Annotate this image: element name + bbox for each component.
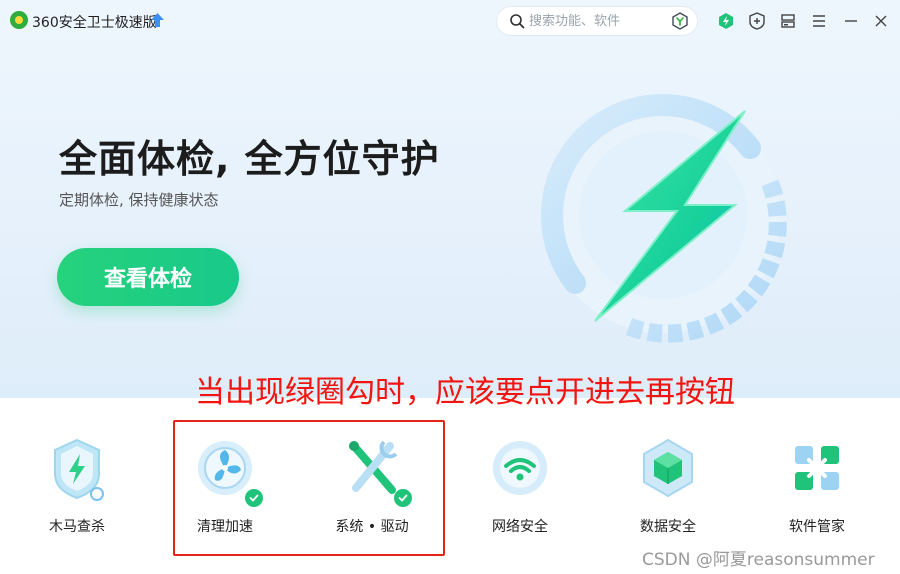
- shield-plus-icon[interactable]: [747, 11, 767, 31]
- lightning-ring-icon: [541, 94, 787, 343]
- green-shield-icon[interactable]: [716, 11, 736, 31]
- minimize-icon[interactable]: [841, 11, 861, 31]
- tool-system-driver[interactable]: 系统 • 驱动: [312, 436, 432, 546]
- hero-title: 全面体检, 全方位守护: [59, 137, 440, 181]
- title-bar: 360安全卫士极速版: [0, 0, 900, 42]
- tool-label: 网络安全: [492, 519, 548, 535]
- view-checkup-button[interactable]: 查看体检: [57, 248, 239, 306]
- tool-label: 软件管家: [789, 519, 845, 535]
- watermark: CSDN @阿夏reasonsummer: [642, 550, 875, 570]
- app-title: 360安全卫士极速版: [32, 15, 157, 31]
- skin-icon[interactable]: [778, 11, 798, 31]
- tool-software-manager[interactable]: 软件管家: [757, 436, 877, 546]
- search-input[interactable]: [529, 11, 659, 31]
- tool-trojan-scan[interactable]: 木马查杀: [17, 436, 137, 546]
- upgrade-arrow-icon[interactable]: [151, 13, 164, 27]
- close-icon[interactable]: [871, 11, 891, 31]
- 360-logo-icon: [10, 11, 28, 29]
- hero-subtitle: 定期体检, 保持健康状态: [59, 191, 219, 209]
- tool-label: 木马查杀: [49, 519, 105, 535]
- tool-cleanup[interactable]: 清理加速: [165, 436, 285, 546]
- tool-data-security[interactable]: 数据安全: [608, 436, 728, 546]
- y-shield-icon[interactable]: [671, 12, 689, 30]
- annotation-text: 当出现绿圈勾时，应该要点开进去再按钮: [195, 375, 735, 410]
- wifi-security-icon: [493, 441, 547, 495]
- search-icon: [510, 14, 525, 29]
- trojan-scan-icon: [54, 438, 104, 501]
- menu-icon[interactable]: [809, 11, 829, 31]
- system-tools-icon: [349, 440, 398, 494]
- tool-network-security[interactable]: 网络安全: [460, 436, 580, 546]
- check-badge-icon: [394, 489, 412, 507]
- check-badge-icon: [245, 489, 263, 507]
- search-bar[interactable]: [497, 7, 697, 35]
- data-cube-icon: [643, 438, 693, 498]
- software-manager-icon: [795, 446, 839, 490]
- tool-label: 系统 • 驱动: [335, 519, 409, 535]
- tool-label: 清理加速: [197, 519, 253, 535]
- tool-label: 数据安全: [640, 519, 696, 535]
